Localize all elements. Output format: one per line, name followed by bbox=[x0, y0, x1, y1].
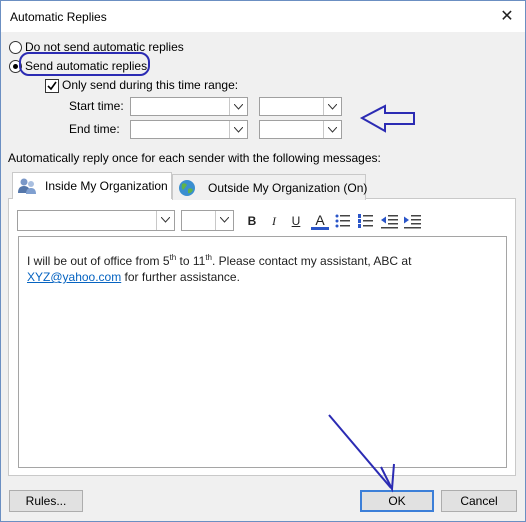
highlight-oval bbox=[19, 52, 150, 76]
arrow-line-icon bbox=[328, 414, 392, 489]
annotation-overlay bbox=[19, 52, 415, 493]
arrow-left-icon bbox=[359, 104, 415, 133]
